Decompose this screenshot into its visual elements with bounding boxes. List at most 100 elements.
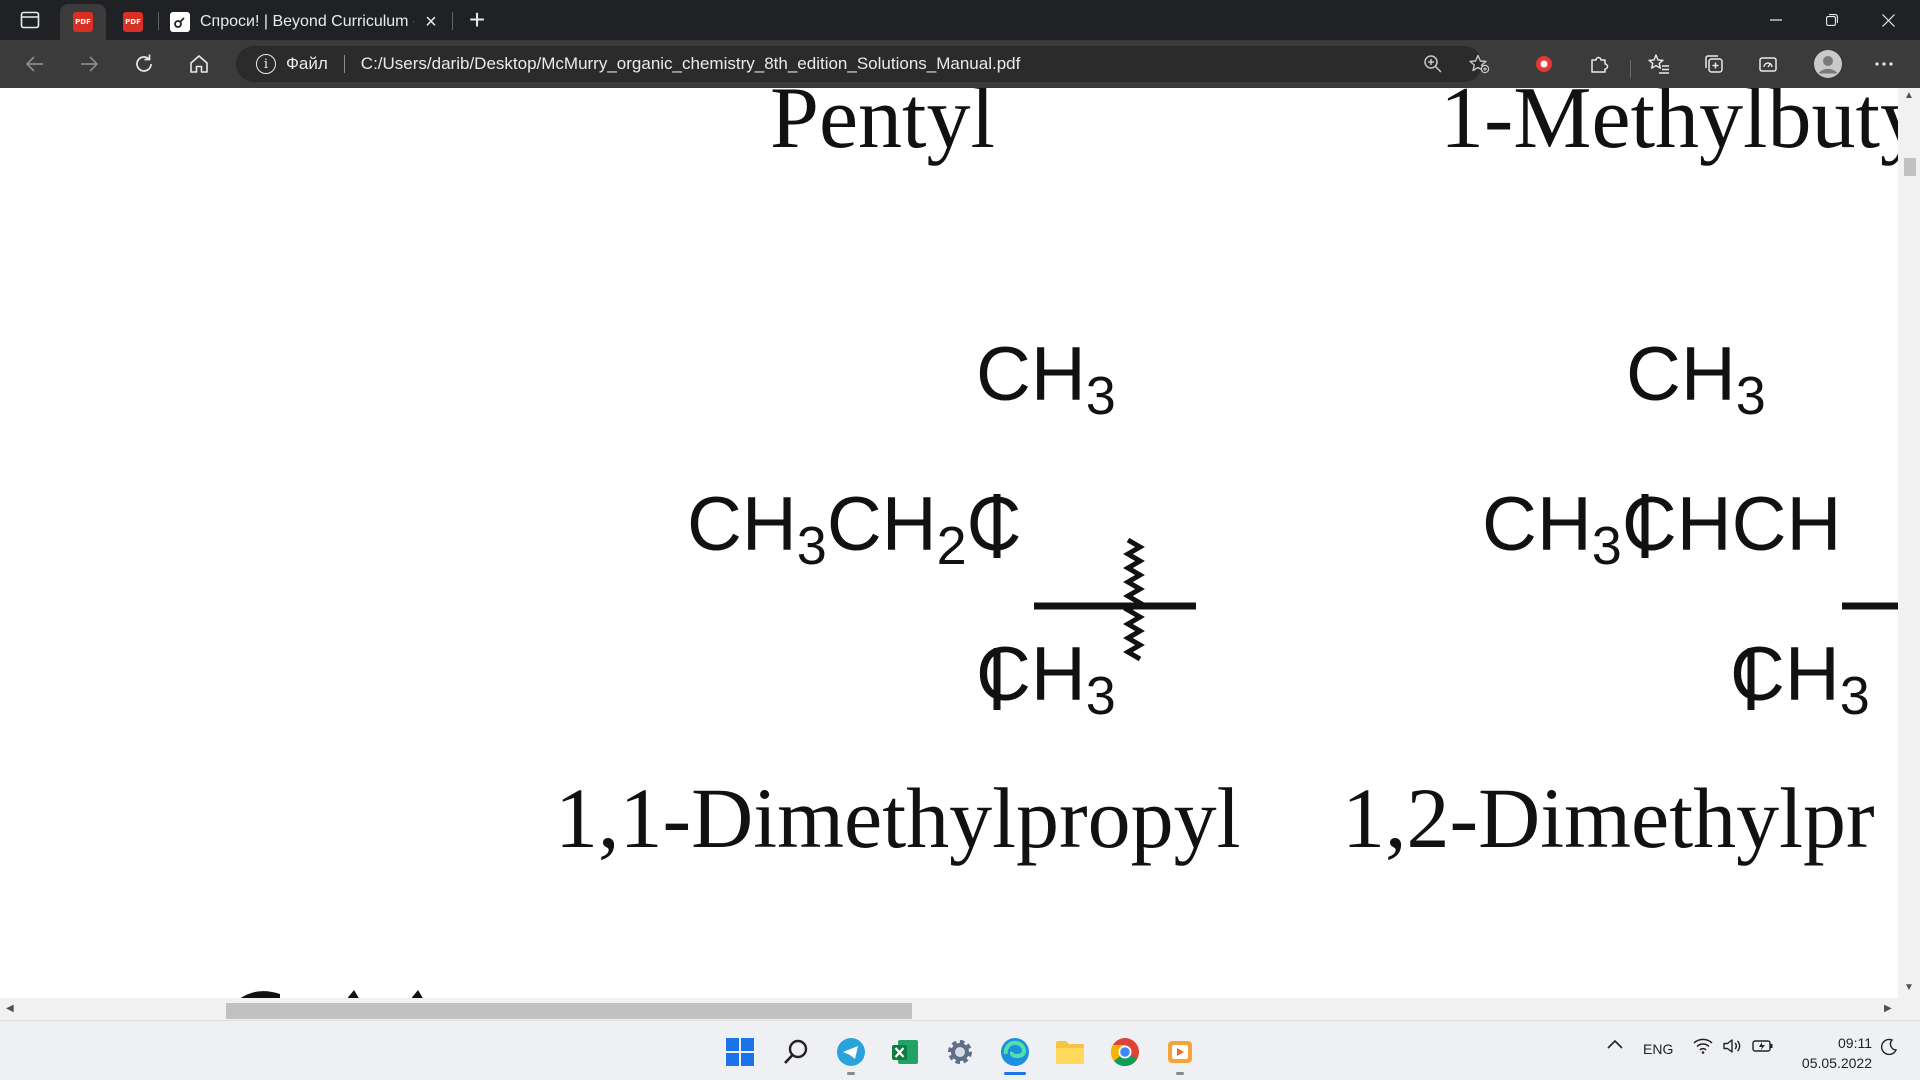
excel-icon	[892, 1040, 918, 1064]
performance-icon	[1759, 57, 1777, 72]
horizontal-scroll-thumb[interactable]	[226, 1003, 912, 1019]
edge-app[interactable]	[998, 1035, 1032, 1069]
reload-icon	[136, 54, 152, 72]
performance-button[interactable]	[1751, 48, 1785, 80]
telegram-icon	[837, 1038, 865, 1066]
tab-actions-button[interactable]	[14, 8, 46, 32]
input-language[interactable]: ENG	[1643, 1041, 1673, 1057]
network-status[interactable]	[1693, 1038, 1713, 1057]
address-url[interactable]: C:/Users/darib/Desktop/McMurry_organic_c…	[361, 54, 1021, 74]
system-clock[interactable]: 09:11 05.05.2022	[1790, 1033, 1872, 1073]
show-hidden-icons-button[interactable]	[1607, 1037, 1623, 1053]
favorites-button[interactable]	[1642, 48, 1676, 80]
chem-text: CH	[687, 482, 797, 567]
more-dots-icon	[1875, 62, 1893, 66]
excel-app[interactable]	[888, 1035, 922, 1069]
restore-icon	[1826, 14, 1838, 26]
media-player-icon	[1168, 1041, 1192, 1063]
telegram-app[interactable]	[834, 1035, 868, 1069]
search-button[interactable]	[779, 1035, 813, 1069]
settings-app[interactable]	[943, 1035, 977, 1069]
tab-pdf-1[interactable]: PDF	[60, 4, 106, 40]
file-explorer-app[interactable]	[1053, 1035, 1087, 1069]
close-window-button[interactable]	[1860, 0, 1916, 40]
speaker-icon	[1723, 1039, 1741, 1053]
label-1-1-dimethylpropyl: 1,1-Dimethylpropyl	[555, 770, 1241, 866]
edge-icon	[1001, 1038, 1029, 1066]
scroll-up-arrow-icon[interactable]: ▲	[1904, 90, 1914, 101]
add-favorite-icon[interactable]	[1466, 52, 1492, 76]
tab-pdf-2[interactable]: PDF	[110, 4, 156, 40]
chrome-app[interactable]	[1108, 1035, 1142, 1069]
address-divider	[343, 55, 345, 73]
next-page-text-fragment	[240, 990, 423, 998]
bond-lines	[993, 494, 1196, 710]
profile-button[interactable]	[1811, 48, 1845, 80]
scroll-right-arrow-icon[interactable]: ▶	[1884, 1003, 1892, 1014]
running-indicator	[847, 1072, 855, 1075]
back-button[interactable]	[18, 48, 52, 80]
more-menu-button[interactable]	[1867, 48, 1901, 80]
home-button[interactable]	[182, 48, 216, 80]
minimize-button[interactable]	[1748, 0, 1804, 40]
address-scheme-label: Файл	[286, 54, 328, 73]
tab-bar: PDF PDF Спроси! | Beyond Curriculum - P …	[0, 0, 1920, 40]
label-1-methylbutyl: 1-Methylbuty	[1440, 88, 1898, 167]
scroll-down-arrow-icon[interactable]: ▼	[1904, 982, 1914, 993]
minimize-icon	[1770, 19, 1782, 21]
tab-beyond-curriculum[interactable]: Спроси! | Beyond Curriculum - P ×	[160, 4, 448, 40]
wifi-icon	[1693, 1038, 1713, 1054]
media-player-app[interactable]	[1163, 1035, 1197, 1069]
reload-button[interactable]	[127, 48, 161, 80]
new-tab-button[interactable]: +	[462, 2, 492, 38]
moon-notification-icon	[1880, 1038, 1898, 1056]
info-icon[interactable]: i	[256, 54, 276, 74]
toolbar-divider	[1630, 60, 1631, 78]
chrome-icon	[1110, 1038, 1139, 1067]
collections-button[interactable]	[1697, 48, 1731, 80]
restore-button[interactable]	[1804, 0, 1860, 40]
chem-subscript: 3	[1591, 516, 1622, 576]
tab-title: Спроси! | Beyond Curriculum - P	[200, 13, 414, 30]
forward-arrow-icon	[81, 56, 99, 72]
clock-date: 05.05.2022	[1801, 1055, 1872, 1071]
scroll-left-arrow-icon[interactable]: ◀	[6, 1003, 14, 1014]
vertical-scrollbar[interactable]: ▲ ▼	[1898, 88, 1920, 998]
chem-subscript: 3	[796, 516, 827, 576]
screen: PDF PDF Спроси! | Beyond Curriculum - P …	[0, 0, 1920, 1080]
pdf-icon: PDF	[123, 12, 143, 32]
tab-divider	[452, 12, 453, 30]
puzzle-icon	[1591, 56, 1609, 73]
label-1-2-dimethylpropyl: 1,2-Dimethylpr	[1342, 770, 1875, 866]
folder-icon	[1056, 1041, 1084, 1064]
battery-status[interactable]	[1752, 1038, 1774, 1057]
start-button[interactable]	[723, 1035, 757, 1069]
notifications-button[interactable]	[1880, 1038, 1898, 1059]
search-icon	[784, 1039, 808, 1064]
chem-text: CH	[826, 482, 937, 567]
extension-red-button[interactable]	[1527, 48, 1561, 80]
close-icon	[1881, 13, 1895, 27]
favorites-list-icon	[1648, 54, 1669, 74]
windows-start-icon	[726, 1038, 754, 1066]
running-indicator	[1176, 1072, 1184, 1075]
extensions-button[interactable]	[1582, 48, 1616, 80]
collections-icon	[1705, 55, 1723, 73]
label-pentyl: Pentyl	[770, 88, 995, 167]
address-bar[interactable]: i Файл C:/Users/darib/Desktop/McMurry_or…	[236, 46, 1490, 82]
horizontal-scrollbar[interactable]: ◀ ▶	[0, 998, 1898, 1020]
zoom-icon[interactable]	[1420, 52, 1446, 76]
site-favicon-icon	[170, 12, 190, 32]
battery-charging-icon	[1752, 1040, 1773, 1052]
forward-button[interactable]	[72, 48, 106, 80]
close-tab-icon[interactable]: ×	[420, 11, 442, 34]
pdf-viewer-content: Pentyl 1-Methylbuty CH3 CH3CH2C CH3 1,1-…	[0, 88, 1898, 998]
volume-control[interactable]	[1722, 1038, 1742, 1057]
home-icon	[190, 55, 208, 73]
clock-time: 09:11	[1838, 1035, 1872, 1051]
vertical-scroll-thumb[interactable]	[1904, 158, 1916, 176]
bond-lines	[1641, 494, 1898, 710]
extension-red-icon	[1536, 56, 1552, 72]
pdf-icon: PDF	[73, 12, 93, 32]
windows-taskbar: ENG 09:11 05.05.2022	[0, 1020, 1920, 1080]
